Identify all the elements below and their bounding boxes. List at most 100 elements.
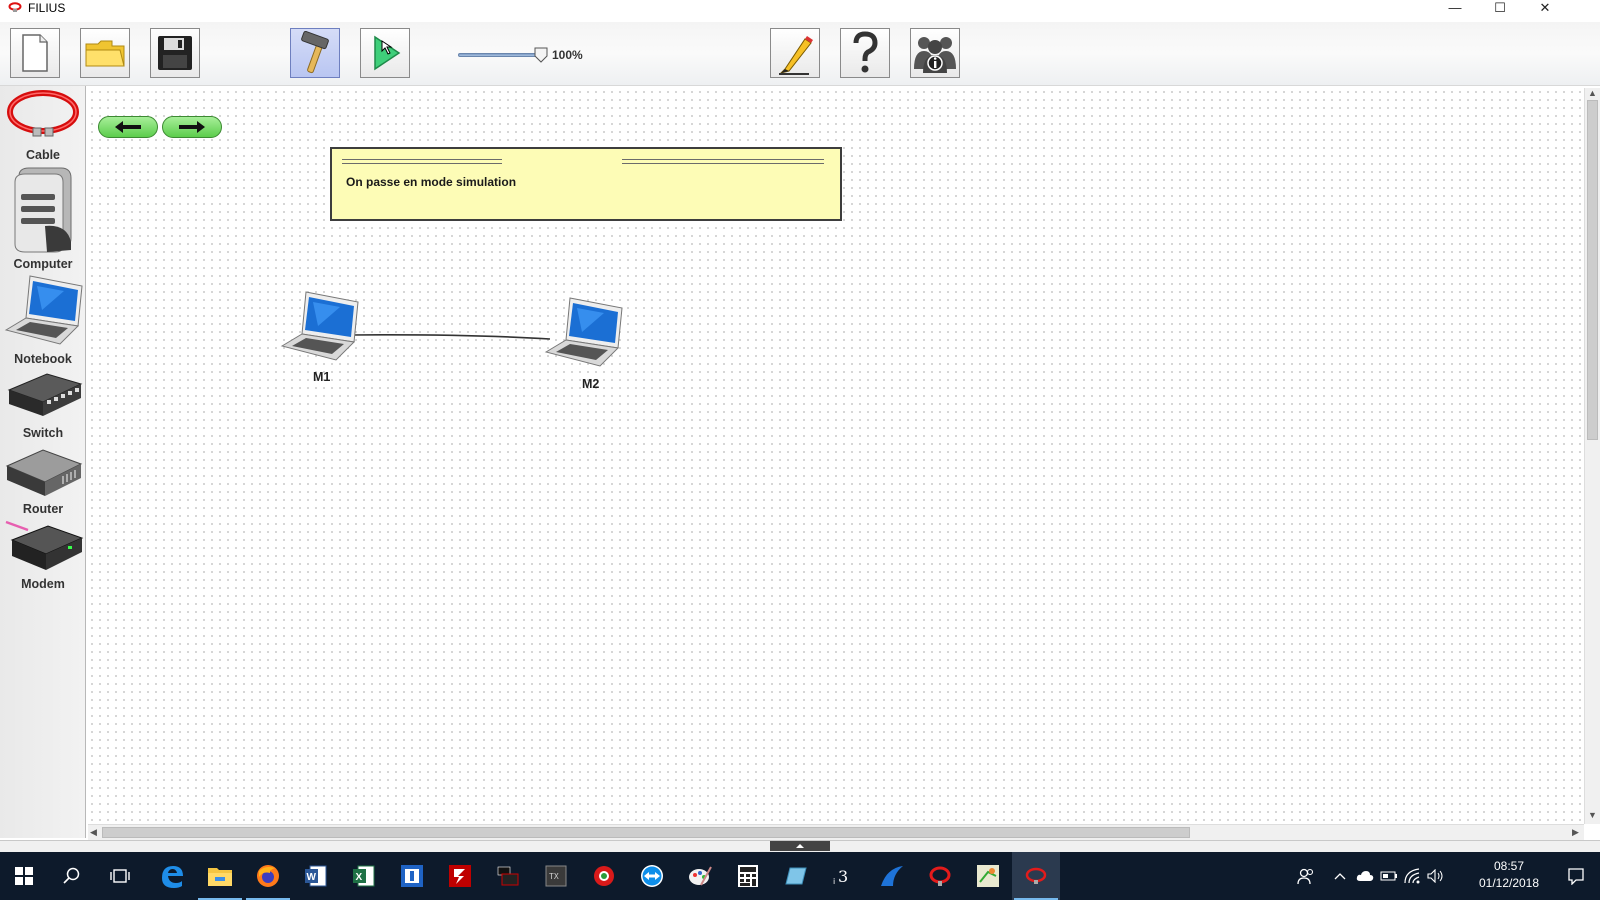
expand-panel-button[interactable] [770,841,830,851]
taskbar-filius[interactable] [916,852,964,900]
horizontal-scroll-thumb[interactable] [102,827,1190,838]
scroll-right-arrow-icon[interactable]: ▶ [1572,827,1579,838]
taskbar-cyan-app[interactable] [772,852,820,900]
palette-item-router[interactable]: Router [0,444,86,518]
window-title: FILIUS [28,1,66,15]
start-button[interactable] [0,852,48,900]
wifi-icon [1404,868,1420,884]
action-center-button[interactable] [1558,852,1594,900]
taskbar-app-3[interactable]: 3i [820,852,868,900]
cable-link[interactable] [349,334,551,340]
taskbar-clock[interactable]: 08:57 01/12/2018 [1466,858,1552,892]
wifi-tray[interactable] [1402,852,1424,900]
taskbar-teamviewer[interactable] [628,852,676,900]
taskbar-filezilla[interactable] [436,852,484,900]
info-people-icon [914,37,956,73]
router-icon [5,449,83,496]
scroll-down-arrow-icon[interactable]: ▼ [1588,810,1597,820]
search-button[interactable] [48,852,96,900]
taskbar-paint[interactable] [676,852,724,900]
taskbar-gray-app[interactable]: TX [532,852,580,900]
scroll-up-arrow-icon[interactable]: ▲ [1588,88,1597,98]
scroll-left-arrow-icon[interactable]: ◀ [90,827,97,838]
vertical-scroll-thumb[interactable] [1587,100,1598,440]
teamviewer-icon [641,865,663,887]
svg-text:i: i [833,877,835,886]
switch-icon [7,373,83,416]
title-bar: FILIUS — ☐ ✕ [0,0,1600,16]
taskbar-red-app[interactable] [580,852,628,900]
red-app-icon [594,866,614,886]
file-explorer-icon [208,868,232,886]
svg-text:X: X [356,872,363,883]
firefox-icon [257,865,279,887]
volume-tray[interactable] [1424,852,1448,900]
palette-item-modem[interactable]: Modem [0,518,86,598]
info-button[interactable] [910,28,960,78]
notebook-node-m2[interactable] [540,294,626,370]
chevron-up-icon [1334,873,1346,880]
open-folder-button[interactable] [80,28,130,78]
filius-app-icon [8,2,22,12]
node-label-m2: M2 [582,377,600,391]
blue-app-icon [401,865,423,887]
taskbar-firefox[interactable] [244,852,292,900]
palette-label: Computer [13,257,73,271]
notebook-node-m1[interactable] [276,288,362,364]
horizontal-scrollbar[interactable]: ◀ ▶ [88,824,1584,840]
help-button[interactable] [840,28,890,78]
simulation-mode-button[interactable] [360,28,410,78]
new-file-button[interactable] [10,28,60,78]
taskbar-edge[interactable] [148,852,196,900]
taskbar-misc-app[interactable] [964,852,1012,900]
palette-item-cable[interactable]: Cable [0,88,86,164]
show-hidden-icons-button[interactable] [1330,852,1350,900]
palette-label: Modem [21,577,65,591]
edit-documentation-button[interactable] [770,28,820,78]
taskbar-filius-active[interactable] [1012,852,1060,900]
people-button[interactable] [1292,852,1320,900]
cloud-icon [1356,871,1374,881]
notebook-icon [4,275,83,345]
search-icon [63,867,80,884]
component-palette: Cable Computer Notebook Switch Router Mo… [0,86,86,838]
zoom-slider-thumb[interactable] [534,47,548,63]
taskbar-dark-app[interactable] [484,852,532,900]
palette-item-computer[interactable]: Computer [0,166,86,271]
maximize-button[interactable]: ☐ [1477,0,1523,16]
excel-icon: X [353,865,375,887]
play-icon [374,35,401,71]
zoom-slider[interactable] [458,46,550,64]
close-button[interactable]: ✕ [1522,0,1568,16]
notification-icon [1568,868,1584,885]
cable-link-layer [349,334,551,340]
taskbar-wave-app[interactable] [868,852,916,900]
folder-icon [85,40,125,67]
svg-text:W: W [307,872,317,883]
taskbar-file-explorer[interactable] [196,852,244,900]
vertical-scrollbar[interactable]: ▲ ▼ [1584,88,1600,824]
onedrive-tray[interactable] [1354,852,1376,900]
taskbar-blue-app[interactable] [388,852,436,900]
minimize-button[interactable]: — [1432,0,1478,16]
taskbar-excel[interactable]: X [340,852,388,900]
clock-date: 01/12/2018 [1478,876,1540,890]
save-button[interactable] [150,28,200,78]
palette-item-switch[interactable]: Switch [0,370,86,440]
taskbar-calculator[interactable] [724,852,772,900]
paint-icon [689,866,712,886]
dark-app-icon [497,866,519,886]
palette-label: Switch [22,426,64,440]
taskbar-word[interactable]: W [292,852,340,900]
filius-app-icon [929,866,951,886]
windows-taskbar: W X TX 3 i 08:57 01/12/2018 [0,852,1600,900]
bottom-panel-strip [0,840,1600,852]
battery-tray[interactable] [1378,852,1400,900]
network-canvas[interactable]: On passe en mode simulation M1 M2 [88,88,1584,824]
palette-item-notebook[interactable]: Notebook [0,272,86,366]
design-mode-button[interactable] [290,28,340,78]
svg-text:TX: TX [549,872,559,881]
people-icon [1297,868,1314,885]
task-view-button[interactable] [96,852,144,900]
windows-logo-icon [15,867,33,885]
